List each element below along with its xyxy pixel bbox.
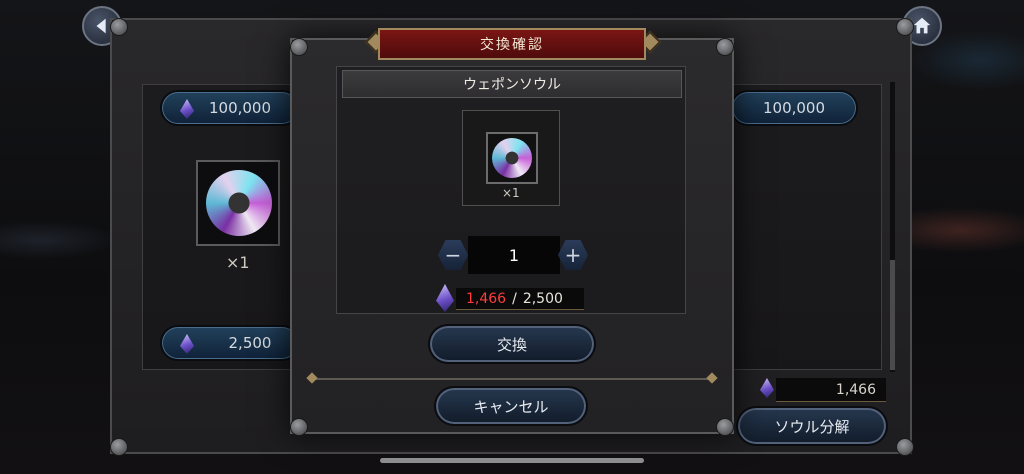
- soul-gem-icon: [180, 334, 194, 354]
- home-icon: [913, 17, 931, 34]
- soul-balance: 1,466: [776, 378, 886, 402]
- cancel-button[interactable]: キャンセル: [434, 386, 588, 426]
- item-frame-left[interactable]: [196, 160, 280, 246]
- minus-icon: −: [444, 243, 462, 267]
- dialog-item-quantity: ×1: [502, 186, 520, 200]
- cost-current: 1,466: [466, 290, 507, 307]
- price-button-left[interactable]: 100,000: [160, 90, 300, 126]
- item-name-bar: ウェポンソウル: [342, 70, 682, 98]
- price-button-left-bottom[interactable]: 2,500: [160, 325, 300, 361]
- rivet: [290, 38, 308, 56]
- decompose-button[interactable]: ソウル分解: [736, 406, 888, 446]
- cost-field: 1,466 / 2,500: [456, 288, 584, 310]
- cost-row: 1,466 / 2,500: [434, 284, 584, 312]
- rivet: [896, 18, 914, 36]
- cancel-button-label: キャンセル: [473, 397, 549, 416]
- price-button-right[interactable]: 100,000: [730, 90, 858, 126]
- balance-value: 1,466: [835, 381, 876, 398]
- price-label: 100,000: [208, 99, 272, 117]
- rivet: [110, 438, 128, 456]
- exchange-button[interactable]: 交換: [428, 324, 596, 364]
- cost-total: 2,500: [522, 290, 563, 307]
- price-label: 100,000: [762, 99, 826, 117]
- weapon-soul-icon: [492, 138, 532, 178]
- home-indicator[interactable]: [380, 458, 644, 463]
- dialog-title: 交換確認: [480, 37, 544, 53]
- exchange-button-label: 交換: [496, 335, 527, 354]
- dialog-divider: [312, 378, 712, 380]
- price-label: 2,500: [228, 334, 272, 352]
- rivet: [716, 418, 734, 436]
- dialog-item-slot: [486, 132, 538, 184]
- soul-gem-icon: [436, 284, 454, 312]
- dialog-title-bar: 交換確認: [378, 28, 646, 60]
- scrollbar-thumb[interactable]: [890, 260, 895, 370]
- plus-icon: +: [564, 243, 582, 267]
- cost-separator: /: [512, 290, 517, 307]
- quantity-display: 1: [468, 236, 560, 274]
- decompose-button-label: ソウル分解: [774, 417, 850, 436]
- item-name: ウェポンソウル: [463, 77, 561, 93]
- rivet: [896, 438, 914, 456]
- item-quantity: ×1: [226, 253, 250, 272]
- rivet: [110, 18, 128, 36]
- soul-gem-icon: [180, 99, 194, 119]
- weapon-soul-icon: [206, 170, 272, 236]
- rivet: [716, 38, 734, 56]
- rivet: [290, 418, 308, 436]
- quantity-value: 1: [508, 245, 520, 265]
